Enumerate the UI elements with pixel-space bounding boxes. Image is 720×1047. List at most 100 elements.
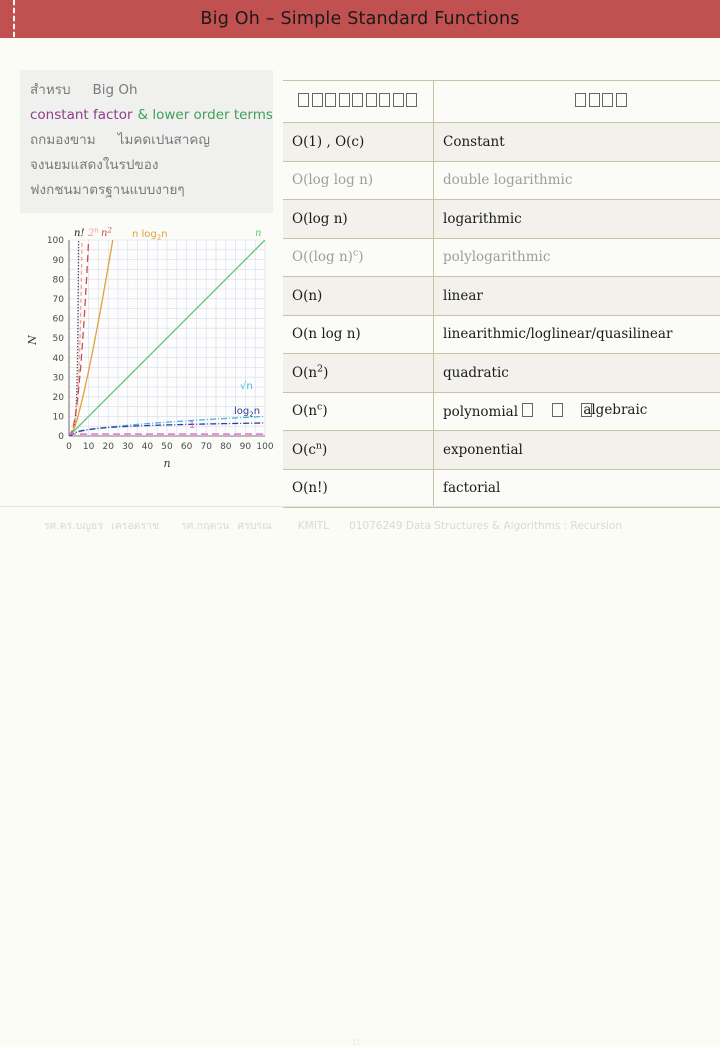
table-cell-notation: O(n2)	[283, 354, 434, 393]
table-cell-notation: O(n)	[283, 277, 434, 316]
chart-y-tick: 80	[53, 275, 65, 285]
sidebar-line-2: constant factor & lower order terms	[20, 103, 273, 128]
chart-y-tick: 30	[53, 373, 65, 383]
slide-footer: รศ.ดร.บญธรเครอตราชรศ.กฤตวนศรบรณKMITL0107…	[0, 506, 720, 540]
chart-curve-label-log2: log2n	[234, 406, 260, 419]
missing-glyph-box	[552, 403, 563, 417]
table-row: O(log n)logarithmic	[283, 200, 720, 239]
sidebar-line-1: สำหรบ Big Oh	[20, 78, 273, 103]
table-cell-name: quadratic	[434, 354, 720, 393]
table-cell-notation: O(1) , O(c)	[283, 123, 434, 162]
chart-x-tick: 20	[102, 442, 114, 452]
sidebar-line-3: ถกมองขาม ไมคดเปนสาคญ	[20, 128, 273, 153]
table-cell-name: polylogarithmic	[434, 238, 720, 277]
table-row: O(log log n)double logarithmic	[283, 161, 720, 200]
sidebar-text-block: สำหรบ Big Oh constant factor & lower order…	[20, 70, 273, 213]
missing-glyph-box	[522, 403, 533, 417]
chart-x-tick: 40	[142, 442, 154, 452]
missing-glyph-box	[393, 93, 404, 107]
chart-x-tick: 90	[240, 442, 252, 452]
chart-y-tick: 90	[53, 256, 65, 266]
slide-header-bar: Big Oh – Simple Standard Functions	[0, 0, 720, 38]
table-cell-notation: O(nc)	[283, 392, 434, 431]
chart-x-axis-label: n	[163, 457, 170, 470]
sidebar-line-3-a: ถกมองขาม	[30, 132, 96, 148]
table-cell-name: logarithmic	[434, 200, 720, 239]
page-title: Big Oh – Simple Standard Functions	[0, 0, 720, 38]
footer-divider	[0, 506, 720, 507]
table-row: O(n)linear	[283, 277, 720, 316]
table-cell-name: exponential	[434, 431, 720, 470]
table-cell-notation: O((log n)c)	[283, 238, 434, 277]
chart-x-tick: 60	[181, 442, 193, 452]
chart-y-tick: 20	[53, 393, 65, 403]
chart-x-tick: 10	[83, 442, 95, 452]
sidebar-line-5-text: ฟงกชนมาตรฐานแบบงายๆ	[30, 182, 185, 198]
missing-glyph-box	[312, 93, 323, 107]
chart-x-tick: 0	[66, 442, 72, 452]
table-row: O(n log n)linearithmic/loglinear/quasili…	[283, 315, 720, 354]
table-cell-notation: O(log n)	[283, 200, 434, 239]
table-header-notation	[283, 81, 434, 123]
footer-credits: รศ.ดร.บญธรเครอตราชรศ.กฤตวนศรบรณKMITL0107…	[44, 517, 684, 534]
footer-author-1: รศ.ดร.บญธร	[44, 520, 103, 532]
footer-org: KMITL	[298, 520, 329, 532]
table-cell-notation: O(n log n)	[283, 315, 434, 354]
chart-x-tick: 30	[122, 442, 134, 452]
missing-glyph-box	[298, 93, 309, 107]
table-cell-notation: O(n!)	[283, 469, 434, 508]
sidebar-line-3-b: ไมคดเปนสาคญ	[118, 132, 210, 148]
chart-y-axis-label: N	[26, 335, 39, 346]
chart-x-tick: 70	[200, 442, 212, 452]
chart-curve-label-nlogn: n log2n	[132, 229, 168, 242]
chart-y-tick: 60	[53, 315, 65, 325]
table-row: O(nc)polynomial algebraic	[283, 392, 720, 431]
chart-y-tick: 70	[53, 295, 65, 305]
footer-author-2: รศ.กฤตวน	[181, 520, 229, 532]
table-cell-name: factorial	[434, 469, 720, 508]
table-cell-name: double logarithmic	[434, 161, 720, 200]
missing-glyph-box	[325, 93, 336, 107]
sidebar-line-1-term: Big Oh	[93, 82, 138, 98]
missing-glyph-box	[589, 93, 600, 107]
missing-glyph-box	[602, 93, 613, 107]
missing-glyph-box	[339, 93, 350, 107]
footer-author-1b: เครอตราช	[111, 520, 159, 532]
chart-curve-label-factorial: n!	[74, 228, 84, 239]
missing-glyph-box	[406, 93, 417, 107]
sidebar-line-5: ฟงกชนมาตรฐานแบบงายๆ	[20, 178, 273, 203]
slide-number: 11	[352, 1038, 360, 1047]
table-cell-notation: O(log log n)	[283, 161, 434, 200]
sidebar-line-1-thai: สำหรบ	[30, 82, 71, 98]
chart-x-tick: 80	[220, 442, 232, 452]
table-row: O(n2)quadratic	[283, 354, 720, 393]
table-header-row	[283, 81, 720, 123]
missing-glyph-box	[366, 93, 377, 107]
missing-glyph-box	[352, 93, 363, 107]
chart-y-tick: 50	[53, 334, 65, 344]
growth-rate-chart-svg: 0102030405060708090100 01020304050607080…	[22, 222, 284, 484]
missing-glyph-box	[379, 93, 390, 107]
sidebar-line-4: จงนยมแสดงในรปของ	[20, 153, 273, 178]
table-cell-notation: O(cn)	[283, 431, 434, 470]
table-row: O(cn)exponential	[283, 431, 720, 470]
table-row: O((log n)c)polylogarithmic	[283, 238, 720, 277]
sidebar-line-2-constant-factor: constant factor	[30, 107, 133, 123]
growth-rate-chart: 0102030405060708090100 01020304050607080…	[22, 222, 284, 484]
chart-x-tick: 100	[256, 442, 273, 452]
footer-course: 01076249 Data Structures & Algorithms : …	[349, 520, 622, 532]
table-row: O(1) , O(c)Constant	[283, 123, 720, 162]
chart-y-tick: 10	[53, 413, 65, 423]
table-cell-name: polynomial algebraic	[434, 392, 720, 431]
algebraic-label: algebraic	[583, 402, 647, 418]
chart-y-tick: 40	[53, 354, 65, 364]
table-row: O(n!)factorial	[283, 469, 720, 508]
sidebar-line-2-lower-order: & lower order terms	[138, 107, 273, 123]
chart-curve-label-sqrt: √n	[240, 381, 253, 392]
sidebar-line-4-text: จงนยมแสดงในรปของ	[30, 157, 158, 173]
table-cell-name: linear	[434, 277, 720, 316]
table-header-name	[434, 81, 720, 123]
chart-y-tick: 0	[58, 432, 64, 442]
missing-glyph-box	[616, 93, 627, 107]
missing-glyph-box	[581, 403, 592, 417]
